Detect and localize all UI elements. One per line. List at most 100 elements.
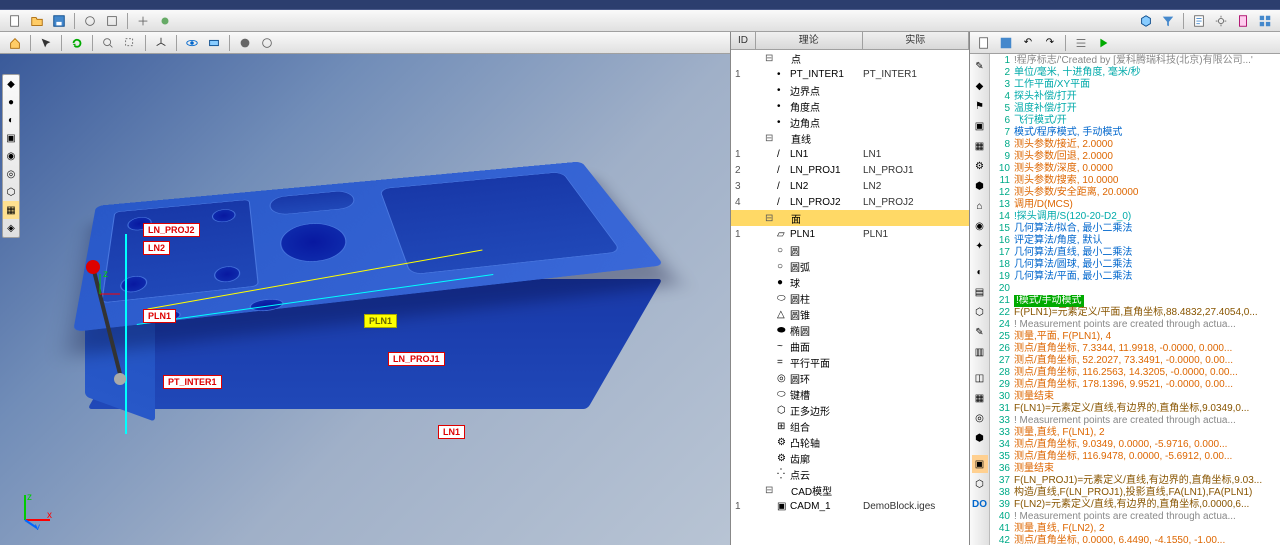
side-tool-6-icon[interactable]: ◎ [3, 165, 19, 183]
code-line[interactable]: 40! Measurement points are created throu… [992, 511, 1278, 523]
report-icon[interactable] [1189, 12, 1209, 30]
menu-bar[interactable] [0, 0, 1280, 10]
rs-tool-9-icon[interactable]: ◉ [972, 217, 988, 235]
code-line[interactable]: 25测量,平面, F(PLN1), 4 [992, 331, 1278, 343]
tree-row[interactable]: ⚙凸轮轴 [731, 434, 969, 450]
wire-icon[interactable] [257, 34, 277, 52]
label-pln1-yellow[interactable]: PLN1 [364, 314, 397, 328]
code-line[interactable]: 24! Measurement points are created throu… [992, 319, 1278, 331]
rs-tool-7-icon[interactable]: ⬢ [972, 177, 988, 195]
prog-run-icon[interactable] [1093, 34, 1113, 52]
rs-tool-22-icon[interactable]: DO [972, 495, 988, 513]
cube-icon[interactable] [1136, 12, 1156, 30]
zoom-fit-icon[interactable] [98, 34, 118, 52]
tree-row[interactable]: ⊟CAD模型 [731, 482, 969, 498]
shade-icon[interactable] [235, 34, 255, 52]
axes-icon[interactable] [151, 34, 171, 52]
zoom-window-icon[interactable] [120, 34, 140, 52]
tree-row[interactable]: 1▣CADM_1DemoBlock.iges [731, 498, 969, 514]
side-tool-4-icon[interactable]: ▣ [3, 129, 19, 147]
tree-row[interactable]: ◎圆环 [731, 370, 969, 386]
code-line[interactable]: 8测头参数/接近, 2.0000 [992, 139, 1278, 151]
code-line[interactable]: 34 测点/直角坐标, 9.0349, 0.0000, -5.9716, 0.0… [992, 439, 1278, 451]
code-line[interactable]: 39F(LN2)=元素定义/直线,有边界的,直角坐标,0.0000,6... [992, 499, 1278, 511]
code-line[interactable]: 38构造/直线,F(LN_PROJ1),投影直线,FA(LN1),FA(PLN1… [992, 487, 1278, 499]
code-line[interactable]: 33测量,直线, F(LN1), 2 [992, 427, 1278, 439]
col-id[interactable]: ID [731, 32, 756, 49]
prog-redo-icon[interactable]: ↷ [1040, 34, 1060, 52]
grid-icon[interactable] [1255, 12, 1275, 30]
code-line[interactable]: 16评定算法/角度, 默认 [992, 235, 1278, 247]
code-line[interactable]: 10测头参数/深度, 0.0000 [992, 163, 1278, 175]
code-line[interactable]: 18几何算法/圆球, 最小二乘法 [992, 259, 1278, 271]
prog-new-icon[interactable] [974, 34, 994, 52]
side-tool-8-icon[interactable]: ▦ [3, 201, 19, 219]
col-theory[interactable]: 理论 [756, 32, 863, 49]
tree-row[interactable]: •边界点 [731, 82, 969, 98]
rs-tool-1-icon[interactable]: ✎ [972, 57, 988, 75]
code-line[interactable]: 12测头参数/安全距离, 20.0000 [992, 187, 1278, 199]
tree-body[interactable]: ⊟点1•PT_INTER1PT_INTER1•边界点•角度点•边角点⊟直线1/L… [731, 50, 969, 545]
tree-row[interactable]: 1•PT_INTER1PT_INTER1 [731, 66, 969, 82]
code-line[interactable]: 1!程序标志/'Created by [爱科腾瑞科技(北京)有限公司...' [992, 55, 1278, 67]
save-icon[interactable] [49, 12, 69, 30]
side-tool-9-icon[interactable]: ◈ [3, 219, 19, 237]
code-line[interactable]: 33! Measurement points are created throu… [992, 415, 1278, 427]
tree-row[interactable]: ⬡正多边形 [731, 402, 969, 418]
rotate-icon[interactable] [67, 34, 87, 52]
3d-viewport[interactable]: ◆ ● ◐ ▣ ◉ ◎ ⬡ ▦ ◈ [0, 54, 730, 545]
side-tool-5-icon[interactable]: ◉ [3, 147, 19, 165]
code-line[interactable]: 9测头参数/回退, 2.0000 [992, 151, 1278, 163]
code-line[interactable]: 28 测点/直角坐标, 116.2563, 14.3205, -0.0000, … [992, 367, 1278, 379]
select-icon[interactable] [36, 34, 56, 52]
prog-undo-icon[interactable]: ↶ [1018, 34, 1038, 52]
tree-row[interactable]: ⬭圆柱 [731, 290, 969, 306]
rs-tool-11-icon[interactable]: ◐ [972, 263, 988, 281]
rs-tool-16-icon[interactable]: ◫ [972, 369, 988, 387]
rs-tool-18-icon[interactable]: ◎ [972, 409, 988, 427]
code-line[interactable]: 31F(LN1)=元素定义/直线,有边界的,直角坐标,9.0349,0... [992, 403, 1278, 415]
settings-icon[interactable] [1211, 12, 1231, 30]
tree-row[interactable]: ⬬椭圆 [731, 322, 969, 338]
rs-tool-3-icon[interactable]: ⚑ [972, 97, 988, 115]
code-line[interactable]: 22F(PLN1)=元素定义/平面,直角坐标,88.4832,27.4054,0… [992, 307, 1278, 319]
code-editor[interactable]: 1!程序标志/'Created by [爱科腾瑞科技(北京)有限公司...'2单… [990, 54, 1280, 545]
code-line[interactable]: 7模式/程序模式, 手动模式 [992, 127, 1278, 139]
label-ln1[interactable]: LN1 [438, 425, 465, 439]
rs-tool-10-icon[interactable]: ✦ [972, 237, 988, 255]
rs-tool-6-icon[interactable]: ⚙ [972, 157, 988, 175]
rs-tool-15-icon[interactable]: ▥ [972, 343, 988, 361]
rs-tool-12-icon[interactable]: ▤ [972, 283, 988, 301]
rs-tool-14-icon[interactable]: ✎ [972, 323, 988, 341]
open-icon[interactable] [27, 12, 47, 30]
code-line[interactable]: 27 测点/直角坐标, 52.2027, 73.3491, -0.0000, 0… [992, 355, 1278, 367]
side-tool-2-icon[interactable]: ● [3, 93, 19, 111]
code-line[interactable]: 14!探头调用/S(120-20-D2_0) [992, 211, 1278, 223]
side-tool-3-icon[interactable]: ◐ [3, 111, 19, 129]
rs-tool-13-icon[interactable]: ⬡ [972, 303, 988, 321]
code-line[interactable]: 37F(LN_PROJ1)=元素定义/直线,有边界的,直角坐标,9.03... [992, 475, 1278, 487]
code-line[interactable]: 30测量结束 [992, 391, 1278, 403]
code-line[interactable]: 35 测点/直角坐标, 116.9478, 0.0000, -5.6912, 0… [992, 451, 1278, 463]
code-line[interactable]: 4探头补偿/打开 [992, 91, 1278, 103]
code-line[interactable]: 36测量结束 [992, 463, 1278, 475]
tool-b-icon[interactable] [102, 12, 122, 30]
tree-row[interactable]: 4/LN_PROJ2LN_PROJ2 [731, 194, 969, 210]
view1-icon[interactable] [182, 34, 202, 52]
code-line[interactable]: 3工作平面/XY平面 [992, 79, 1278, 91]
doc-icon[interactable] [1233, 12, 1253, 30]
label-pln1-red[interactable]: PLN1 [143, 309, 176, 323]
tree-row[interactable]: •边角点 [731, 114, 969, 130]
side-tool-1-icon[interactable]: ◆ [3, 75, 19, 93]
code-line[interactable]: 11测头参数/搜索, 10.0000 [992, 175, 1278, 187]
view2-icon[interactable] [204, 34, 224, 52]
tree-row[interactable]: •角度点 [731, 98, 969, 114]
prog-list-icon[interactable] [1071, 34, 1091, 52]
code-line[interactable]: 5温度补偿/打开 [992, 103, 1278, 115]
home-icon[interactable] [5, 34, 25, 52]
rs-tool-21-icon[interactable]: ⬡ [972, 475, 988, 493]
tool-a-icon[interactable] [80, 12, 100, 30]
code-line[interactable]: 2单位/毫米, 十进角度, 毫米/秒 [992, 67, 1278, 79]
code-line[interactable]: 21!模式/手动模式 [992, 295, 1278, 307]
code-line[interactable]: 15几何算法/拟合, 最小二乘法 [992, 223, 1278, 235]
